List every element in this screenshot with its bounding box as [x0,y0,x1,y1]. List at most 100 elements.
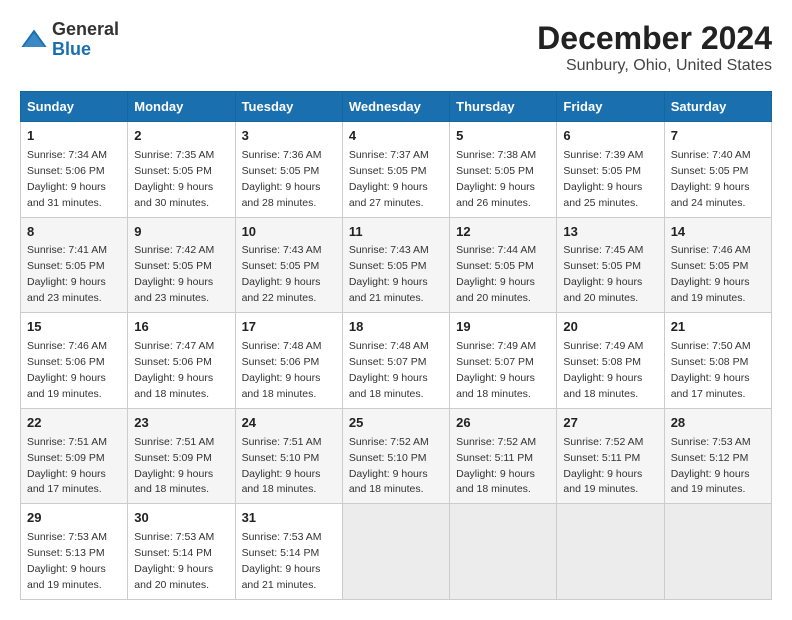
calendar-cell: 14 Sunrise: 7:46 AMSunset: 5:05 PMDaylig… [664,217,771,313]
calendar-week-1: 1 Sunrise: 7:34 AMSunset: 5:06 PMDayligh… [21,122,772,218]
day-header-saturday: Saturday [664,92,771,122]
day-number: 31 [242,509,336,528]
day-sunrise: Sunrise: 7:49 AMSunset: 5:08 PMDaylight:… [563,340,643,400]
day-number: 8 [27,223,121,242]
day-number: 7 [671,127,765,146]
calendar-cell: 12 Sunrise: 7:44 AMSunset: 5:05 PMDaylig… [450,217,557,313]
day-sunrise: Sunrise: 7:50 AMSunset: 5:08 PMDaylight:… [671,340,751,400]
calendar-cell: 22 Sunrise: 7:51 AMSunset: 5:09 PMDaylig… [21,408,128,504]
day-sunrise: Sunrise: 7:35 AMSunset: 5:05 PMDaylight:… [134,149,214,209]
calendar-cell: 2 Sunrise: 7:35 AMSunset: 5:05 PMDayligh… [128,122,235,218]
calendar-table: SundayMondayTuesdayWednesdayThursdayFrid… [20,91,772,600]
calendar-cell: 15 Sunrise: 7:46 AMSunset: 5:06 PMDaylig… [21,313,128,409]
calendar-cell: 28 Sunrise: 7:53 AMSunset: 5:12 PMDaylig… [664,408,771,504]
day-sunrise: Sunrise: 7:52 AMSunset: 5:11 PMDaylight:… [456,436,536,496]
calendar-cell: 10 Sunrise: 7:43 AMSunset: 5:05 PMDaylig… [235,217,342,313]
calendar-cell [342,504,449,600]
calendar-cell: 4 Sunrise: 7:37 AMSunset: 5:05 PMDayligh… [342,122,449,218]
day-number: 19 [456,318,550,337]
calendar-cell: 30 Sunrise: 7:53 AMSunset: 5:14 PMDaylig… [128,504,235,600]
calendar-cell: 21 Sunrise: 7:50 AMSunset: 5:08 PMDaylig… [664,313,771,409]
day-sunrise: Sunrise: 7:52 AMSunset: 5:10 PMDaylight:… [349,436,429,496]
day-sunrise: Sunrise: 7:53 AMSunset: 5:13 PMDaylight:… [27,531,107,591]
day-sunrise: Sunrise: 7:34 AMSunset: 5:06 PMDaylight:… [27,149,107,209]
day-number: 23 [134,414,228,433]
day-number: 25 [349,414,443,433]
calendar-cell: 27 Sunrise: 7:52 AMSunset: 5:11 PMDaylig… [557,408,664,504]
day-number: 3 [242,127,336,146]
day-sunrise: Sunrise: 7:53 AMSunset: 5:14 PMDaylight:… [134,531,214,591]
calendar-cell: 16 Sunrise: 7:47 AMSunset: 5:06 PMDaylig… [128,313,235,409]
day-sunrise: Sunrise: 7:53 AMSunset: 5:14 PMDaylight:… [242,531,322,591]
calendar-cell [664,504,771,600]
calendar-cell: 8 Sunrise: 7:41 AMSunset: 5:05 PMDayligh… [21,217,128,313]
calendar-cell: 24 Sunrise: 7:51 AMSunset: 5:10 PMDaylig… [235,408,342,504]
day-number: 11 [349,223,443,242]
day-number: 16 [134,318,228,337]
day-sunrise: Sunrise: 7:48 AMSunset: 5:07 PMDaylight:… [349,340,429,400]
calendar-cell: 11 Sunrise: 7:43 AMSunset: 5:05 PMDaylig… [342,217,449,313]
day-number: 26 [456,414,550,433]
calendar-cell: 19 Sunrise: 7:49 AMSunset: 5:07 PMDaylig… [450,313,557,409]
calendar-cell: 25 Sunrise: 7:52 AMSunset: 5:10 PMDaylig… [342,408,449,504]
day-header-friday: Friday [557,92,664,122]
calendar-cell: 17 Sunrise: 7:48 AMSunset: 5:06 PMDaylig… [235,313,342,409]
day-number: 12 [456,223,550,242]
day-sunrise: Sunrise: 7:51 AMSunset: 5:09 PMDaylight:… [27,436,107,496]
day-number: 18 [349,318,443,337]
day-sunrise: Sunrise: 7:48 AMSunset: 5:06 PMDaylight:… [242,340,322,400]
day-number: 28 [671,414,765,433]
day-sunrise: Sunrise: 7:37 AMSunset: 5:05 PMDaylight:… [349,149,429,209]
calendar-week-4: 22 Sunrise: 7:51 AMSunset: 5:09 PMDaylig… [21,408,772,504]
calendar-cell: 18 Sunrise: 7:48 AMSunset: 5:07 PMDaylig… [342,313,449,409]
calendar-body: 1 Sunrise: 7:34 AMSunset: 5:06 PMDayligh… [21,122,772,600]
calendar-cell [557,504,664,600]
day-number: 9 [134,223,228,242]
day-number: 4 [349,127,443,146]
day-number: 6 [563,127,657,146]
day-sunrise: Sunrise: 7:51 AMSunset: 5:10 PMDaylight:… [242,436,322,496]
day-sunrise: Sunrise: 7:41 AMSunset: 5:05 PMDaylight:… [27,244,107,304]
logo-general-text: General [52,19,119,39]
day-sunrise: Sunrise: 7:47 AMSunset: 5:06 PMDaylight:… [134,340,214,400]
calendar-week-2: 8 Sunrise: 7:41 AMSunset: 5:05 PMDayligh… [21,217,772,313]
day-sunrise: Sunrise: 7:40 AMSunset: 5:05 PMDaylight:… [671,149,751,209]
day-header-thursday: Thursday [450,92,557,122]
day-number: 24 [242,414,336,433]
day-sunrise: Sunrise: 7:46 AMSunset: 5:06 PMDaylight:… [27,340,107,400]
calendar-title: December 2024 [537,20,772,57]
day-number: 2 [134,127,228,146]
calendar-subtitle: Sunbury, Ohio, United States [537,57,772,75]
calendar-cell: 20 Sunrise: 7:49 AMSunset: 5:08 PMDaylig… [557,313,664,409]
calendar-cell: 9 Sunrise: 7:42 AMSunset: 5:05 PMDayligh… [128,217,235,313]
day-number: 14 [671,223,765,242]
day-number: 15 [27,318,121,337]
day-number: 29 [27,509,121,528]
calendar-cell: 1 Sunrise: 7:34 AMSunset: 5:06 PMDayligh… [21,122,128,218]
day-sunrise: Sunrise: 7:39 AMSunset: 5:05 PMDaylight:… [563,149,643,209]
logo-blue-text: Blue [52,39,91,59]
day-sunrise: Sunrise: 7:51 AMSunset: 5:09 PMDaylight:… [134,436,214,496]
day-header-sunday: Sunday [21,92,128,122]
day-header-wednesday: Wednesday [342,92,449,122]
logo-icon [20,26,48,54]
day-number: 22 [27,414,121,433]
calendar-cell: 31 Sunrise: 7:53 AMSunset: 5:14 PMDaylig… [235,504,342,600]
day-number: 27 [563,414,657,433]
logo: General Blue [20,20,119,60]
day-sunrise: Sunrise: 7:44 AMSunset: 5:05 PMDaylight:… [456,244,536,304]
days-row: SundayMondayTuesdayWednesdayThursdayFrid… [21,92,772,122]
day-sunrise: Sunrise: 7:46 AMSunset: 5:05 PMDaylight:… [671,244,751,304]
page-header: General Blue December 2024 Sunbury, Ohio… [20,20,772,75]
calendar-cell [450,504,557,600]
day-sunrise: Sunrise: 7:52 AMSunset: 5:11 PMDaylight:… [563,436,643,496]
calendar-cell: 5 Sunrise: 7:38 AMSunset: 5:05 PMDayligh… [450,122,557,218]
day-number: 5 [456,127,550,146]
calendar-cell: 26 Sunrise: 7:52 AMSunset: 5:11 PMDaylig… [450,408,557,504]
day-number: 1 [27,127,121,146]
calendar-week-5: 29 Sunrise: 7:53 AMSunset: 5:13 PMDaylig… [21,504,772,600]
calendar-cell: 3 Sunrise: 7:36 AMSunset: 5:05 PMDayligh… [235,122,342,218]
day-number: 20 [563,318,657,337]
calendar-cell: 23 Sunrise: 7:51 AMSunset: 5:09 PMDaylig… [128,408,235,504]
day-number: 17 [242,318,336,337]
